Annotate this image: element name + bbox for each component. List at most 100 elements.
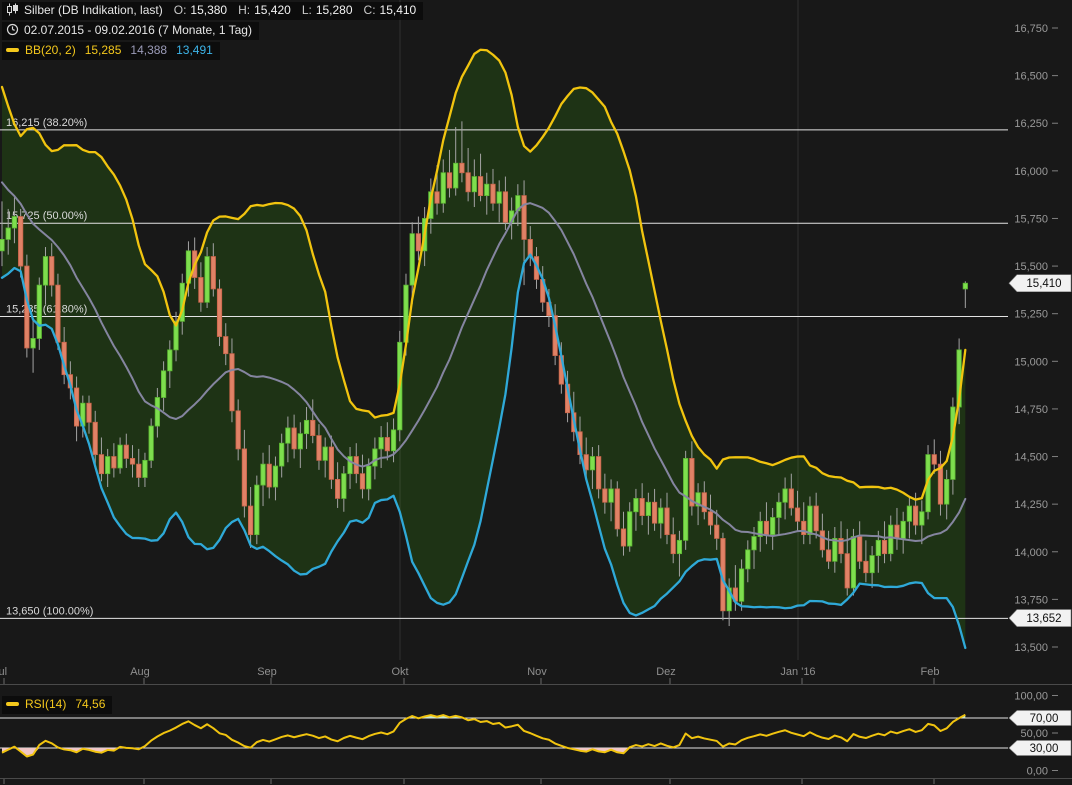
candle-down	[416, 234, 420, 251]
y-axis-label: 15,000	[1014, 356, 1048, 368]
candle-up	[870, 556, 874, 573]
candle-down	[199, 278, 203, 303]
candle-up	[118, 445, 122, 468]
candle-down	[845, 554, 849, 588]
bollinger-row[interactable]: BB(20, 2)15,28514,38813,491	[2, 42, 220, 60]
candle-up	[485, 184, 489, 195]
price-chart-canvas[interactable]: 16,215 (38.20%)15,725 (50.00%)15,235 (61…	[0, 0, 1072, 785]
x-axis-month-label: Aug	[130, 666, 150, 678]
y-axis-label: 16,250	[1014, 118, 1048, 130]
candle-down	[230, 354, 234, 411]
candle-down	[478, 177, 482, 196]
y-axis-label: 13,750	[1014, 594, 1048, 606]
candle-up	[634, 498, 638, 511]
candle-down	[621, 529, 625, 546]
candle-up	[808, 506, 812, 535]
rsi-line	[2, 715, 965, 757]
candle-down	[615, 489, 619, 529]
date-range: 02.07.2015 - 09.02.2016 (7 Monate, 1 Tag…	[24, 23, 252, 37]
candle-up	[889, 525, 893, 554]
candle-down	[665, 508, 669, 535]
candle-down	[895, 525, 899, 538]
candle-up	[441, 173, 445, 203]
rsi-row[interactable]: RSI(14)74,56	[2, 696, 112, 714]
candle-down	[864, 561, 868, 572]
candle-down	[317, 436, 321, 461]
candle-up	[379, 437, 383, 448]
candle-down	[236, 411, 240, 449]
y-axis-label: 15,750	[1014, 213, 1048, 225]
candle-up	[323, 447, 327, 460]
candle-up	[304, 420, 308, 433]
high-value: 15,420	[254, 3, 291, 17]
y-axis-label: 13,500	[1014, 642, 1048, 654]
candle-up	[37, 285, 41, 338]
rsi-axis-label: 0,00	[1027, 766, 1048, 778]
candle-up	[628, 512, 632, 546]
candle-down	[447, 173, 451, 188]
candle-up	[255, 485, 259, 535]
candle-up	[739, 569, 743, 601]
candle-down	[50, 257, 54, 286]
candle-down	[932, 455, 936, 465]
low-value: 15,280	[316, 3, 353, 17]
candle-down	[435, 192, 439, 203]
candle-up	[31, 338, 35, 348]
candle-up	[286, 428, 290, 443]
bollinger-label: BB(20, 2)	[25, 43, 76, 57]
candle-down	[671, 535, 675, 554]
rsi-axis-label: 50,00	[1020, 728, 1048, 740]
candle-down	[795, 508, 799, 521]
instrument-name: Silber (DB Indikation, last)	[24, 3, 163, 17]
candle-up	[901, 521, 905, 538]
candle-up	[920, 512, 924, 525]
candle-up	[770, 517, 774, 534]
candle-down	[87, 403, 91, 422]
candle-up	[149, 426, 153, 460]
x-axis-month-label: Jul	[0, 666, 7, 678]
bollinger-band-fill	[2, 50, 965, 648]
candle-up	[944, 479, 948, 504]
instrument-row[interactable]: Silber (DB Indikation, last)O:15,380H:15…	[2, 2, 423, 20]
marked-price-badge-text: 13,652	[1026, 613, 1061, 625]
last-price-badge-text: 15,410	[1026, 278, 1061, 290]
candle-down	[18, 217, 22, 267]
y-axis-label: 16,500	[1014, 71, 1048, 83]
bollinger-lower-value: 13,491	[176, 43, 213, 57]
candle-down	[820, 531, 824, 550]
x-axis-month-label: Nov	[527, 666, 547, 678]
candle-up	[907, 506, 911, 521]
fib-level-label: 16,215 (38.20%)	[6, 117, 87, 129]
candle-down	[335, 479, 339, 498]
high-label: H:	[238, 3, 250, 17]
chart-legend: Silber (DB Indikation, last)O:15,380H:15…	[2, 2, 423, 62]
candle-down	[652, 502, 656, 523]
candle-up	[6, 228, 10, 239]
candle-down	[360, 474, 364, 489]
date-range-row[interactable]: 02.07.2015 - 09.02.2016 (7 Monate, 1 Tag…	[2, 22, 259, 40]
candle-up	[105, 457, 109, 474]
candle-down	[124, 445, 128, 458]
candle-down	[913, 506, 917, 525]
candle-up	[261, 464, 265, 485]
candle-down	[217, 289, 221, 337]
y-axis-label: 15,500	[1014, 261, 1048, 273]
candle-up	[590, 457, 594, 470]
candle-down	[826, 550, 830, 561]
candle-down	[596, 457, 600, 489]
candle-down	[491, 184, 495, 203]
candle-up	[43, 257, 47, 286]
rsi-axis-label: 100,00	[1014, 691, 1048, 703]
candle-down	[385, 437, 389, 450]
candle-down	[882, 540, 886, 553]
candle-up	[646, 502, 650, 515]
low-label: L:	[302, 3, 312, 17]
candle-up	[963, 283, 967, 289]
candle-up	[391, 430, 395, 451]
y-axis-label: 14,000	[1014, 547, 1048, 559]
y-axis-label: 15,250	[1014, 309, 1048, 321]
y-axis-label: 16,000	[1014, 166, 1048, 178]
candle-up	[677, 540, 681, 553]
candle-down	[789, 489, 793, 508]
candle-down	[764, 521, 768, 534]
